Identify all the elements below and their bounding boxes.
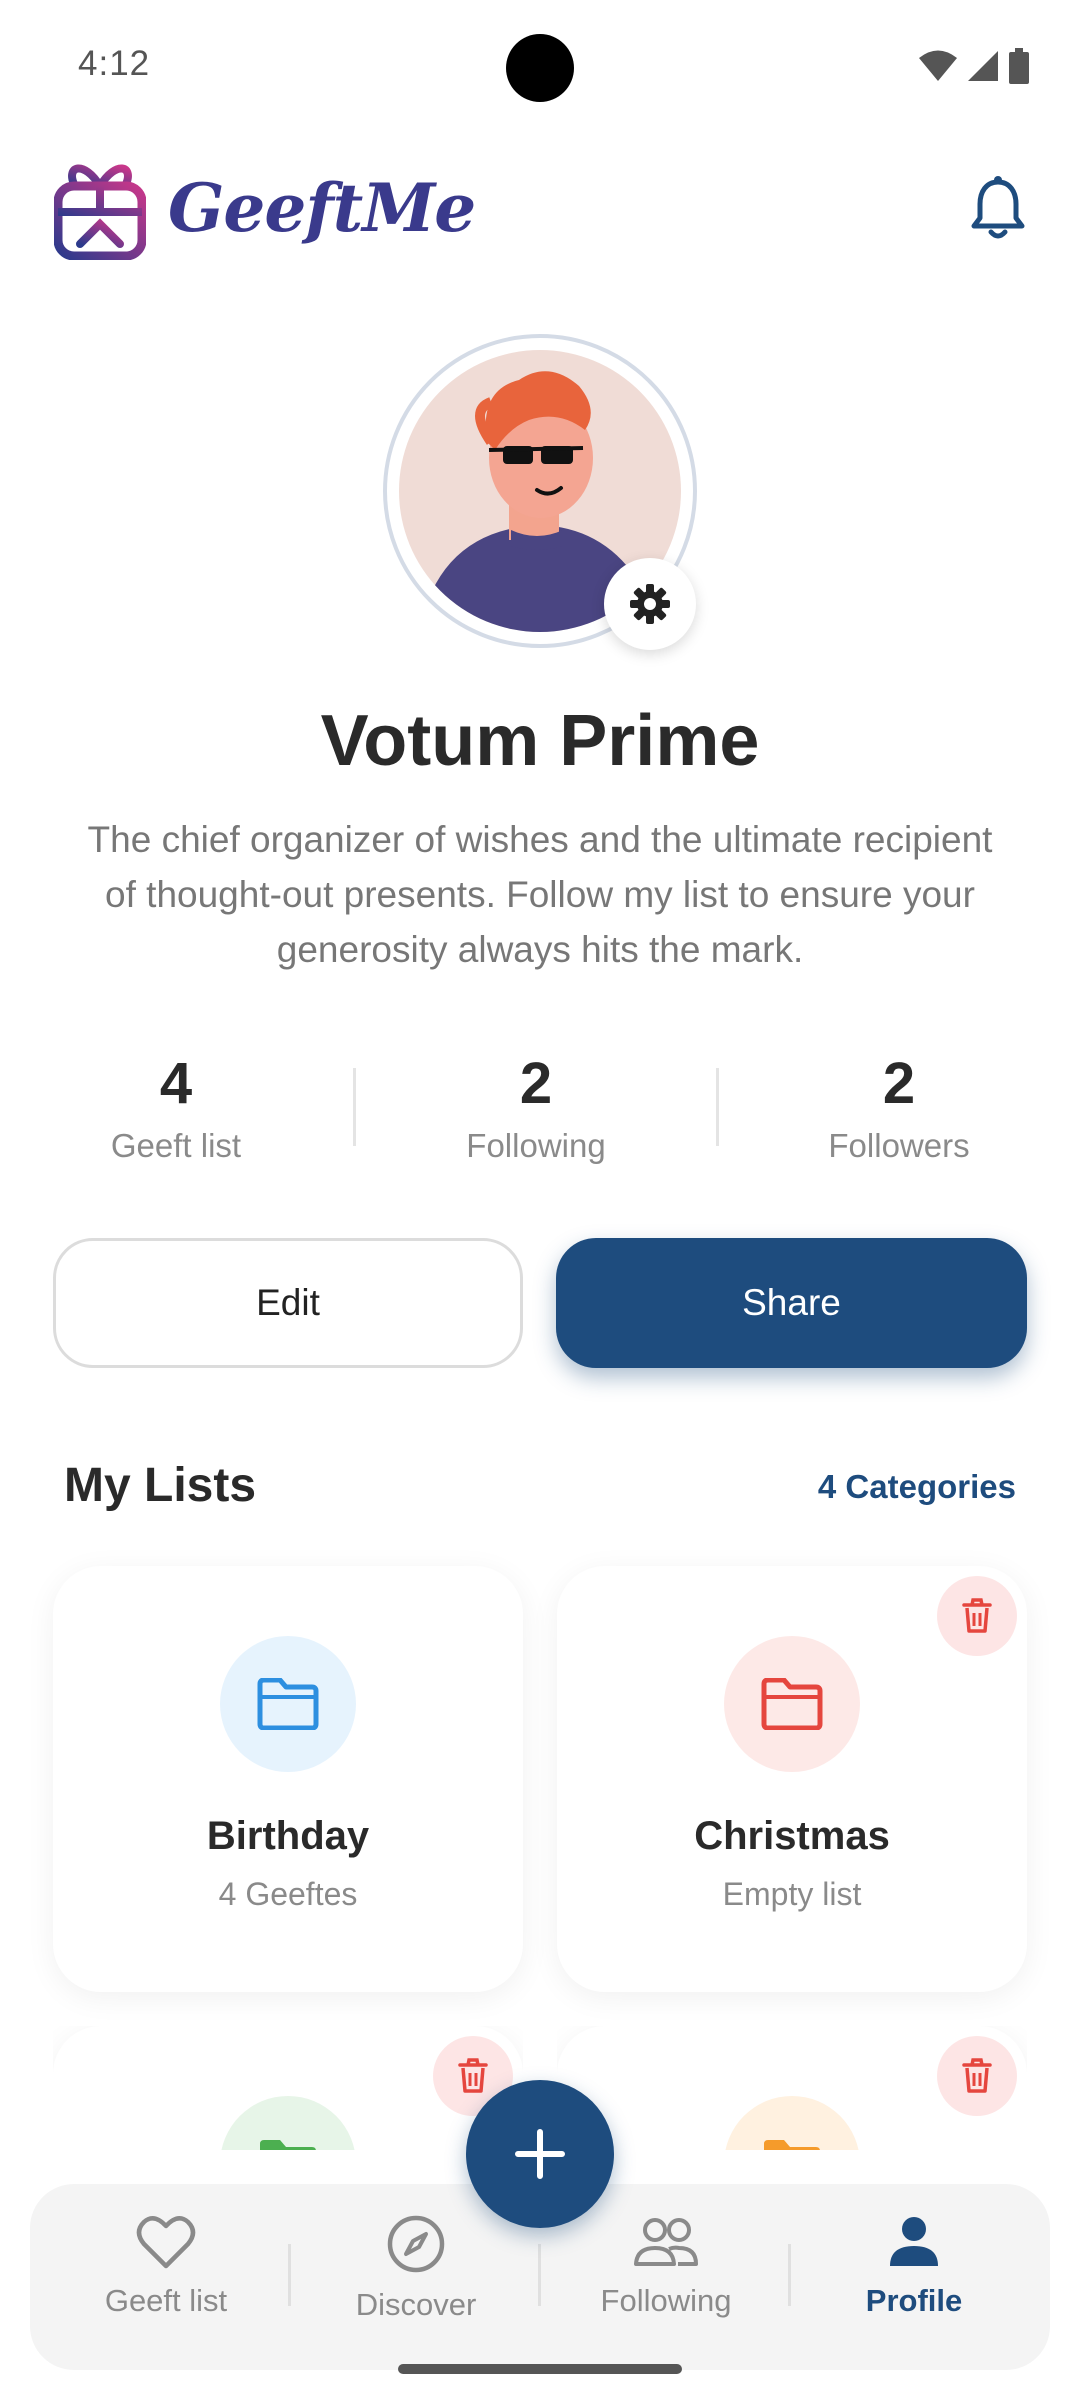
folder-icon-circle: [220, 1636, 356, 1772]
folder-icon: [260, 2140, 316, 2150]
stat-value: 2: [519, 1051, 553, 1116]
list-subtitle: 4 Geeftes: [218, 1876, 358, 1912]
nav-item-geeft-list[interactable]: Geeft list: [66, 2214, 266, 2319]
nav-label: Discover: [355, 2287, 477, 2322]
status-time: 4:12: [78, 44, 151, 83]
folder-icon-circle: [724, 1636, 860, 1772]
nav-item-profile[interactable]: Profile: [814, 2214, 1014, 2319]
people-icon: [634, 2218, 698, 2266]
nav-item-following[interactable]: Following: [566, 2214, 766, 2319]
nav-divider: [788, 2244, 791, 2306]
stat-following[interactable]: 2 Following: [406, 1050, 666, 1165]
stat-label: Followers: [828, 1127, 970, 1164]
nav-item-discover[interactable]: Discover: [316, 2214, 516, 2323]
nav-label: Geeft list: [104, 2283, 228, 2318]
stat-label: Geeft list: [110, 1127, 242, 1164]
profile-bio: The chief organizer of wishes and the ul…: [87, 819, 993, 970]
list-card: [53, 2026, 523, 2150]
folder-icon: [257, 1678, 319, 1730]
list-card: [557, 2026, 1027, 2150]
nav-label: Following: [600, 2283, 732, 2318]
list-card-partial[interactable]: [557, 2026, 1027, 2150]
battery-icon: [1009, 48, 1029, 84]
camera-cutout: [506, 34, 574, 102]
list-card-partial[interactable]: [53, 2026, 523, 2150]
profile-name: Votum Prime: [320, 701, 760, 781]
folder-icon-circle: [220, 2096, 356, 2150]
stat-geeft-list[interactable]: 4 Geeft list: [46, 1050, 306, 1165]
notification-button[interactable]: [970, 176, 1026, 240]
share-profile-button[interactable]: Share: [556, 1238, 1027, 1368]
stat-label: Following: [466, 1127, 606, 1164]
delete-list-button[interactable]: [937, 2036, 1017, 2116]
nav-divider: [538, 2244, 541, 2306]
list-subtitle: Empty list: [722, 1876, 862, 1912]
bell-icon: [971, 176, 1025, 239]
compass-icon: [387, 2215, 445, 2273]
trash-icon: [458, 2058, 488, 2093]
list-card-birthday[interactable]: Birthday 4 Geeftes: [53, 1566, 523, 1992]
home-indicator[interactable]: [398, 2364, 682, 2374]
stat-divider: [353, 1068, 356, 1146]
list-title: Birthday: [206, 1814, 370, 1858]
folder-icon: [761, 1678, 823, 1730]
categories-link[interactable]: 4 Categories: [818, 1468, 1016, 1506]
plus-icon: [515, 2129, 565, 2179]
gift-logo-icon: [54, 164, 146, 260]
trash-icon: [962, 1598, 992, 1633]
list-title: Christmas: [694, 1814, 890, 1858]
wifi-icon: [919, 50, 957, 81]
trash-icon: [962, 2058, 992, 2093]
signal-icon: [968, 51, 998, 81]
stat-followers[interactable]: 2 Followers: [769, 1050, 1029, 1165]
stat-value: 4: [159, 1051, 193, 1116]
app-logo: GeeftMe: [54, 156, 476, 260]
stat-divider: [716, 1068, 719, 1146]
stat-value: 2: [882, 1051, 916, 1116]
profile-settings-button[interactable]: [604, 558, 696, 650]
status-icons: [918, 48, 1030, 84]
edit-profile-button[interactable]: Edit: [53, 1238, 523, 1368]
delete-list-button[interactable]: [937, 1576, 1017, 1656]
folder-icon: [764, 2140, 820, 2150]
heart-icon: [136, 2216, 196, 2269]
folder-icon-circle: [724, 2096, 860, 2150]
add-list-button[interactable]: [466, 2080, 614, 2228]
nav-label: Profile: [865, 2283, 963, 2318]
nav-divider: [288, 2244, 291, 2306]
app-name: GeeftMe: [168, 169, 476, 247]
person-icon: [890, 2217, 938, 2266]
gear-icon: [630, 584, 670, 624]
list-card-christmas[interactable]: Christmas Empty list: [557, 1566, 1027, 1992]
section-title: My Lists: [64, 1459, 257, 1512]
